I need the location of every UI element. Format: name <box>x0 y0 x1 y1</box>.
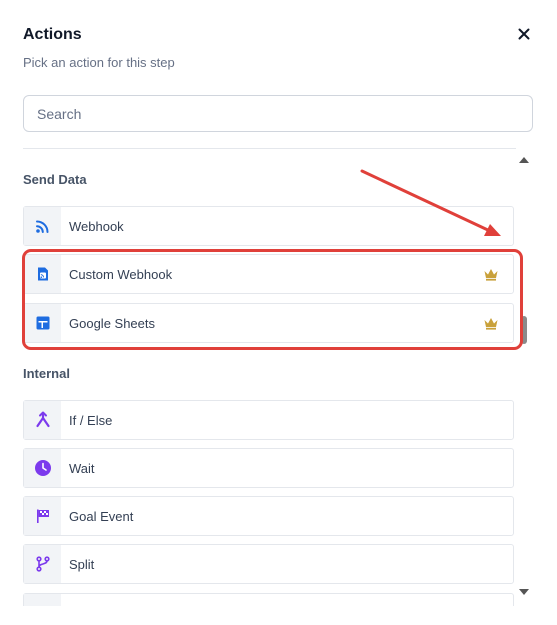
panel-subtitle: Pick an action for this step <box>23 55 175 70</box>
scroll-down-arrow-icon[interactable] <box>519 589 529 596</box>
rss-icon <box>35 220 48 233</box>
google-sheets-icon <box>36 316 49 330</box>
scrollbar-thumb[interactable] <box>521 316 527 344</box>
panel-title: Actions <box>23 26 82 43</box>
close-button[interactable] <box>515 25 533 43</box>
scroll-up-arrow-icon[interactable] <box>519 156 529 163</box>
checkered-flag-icon <box>36 509 49 523</box>
action-item-goal-event[interactable]: Goal Event <box>23 496 514 536</box>
action-item-partial[interactable] <box>23 593 514 606</box>
scrollbar[interactable] <box>517 150 531 604</box>
action-item-label: Goal Event <box>69 508 134 524</box>
close-icon <box>518 28 530 40</box>
split-icon <box>35 556 50 572</box>
action-item-label: Google Sheets <box>69 315 156 331</box>
action-item-label: If / Else <box>69 412 113 428</box>
action-item-label: Split <box>69 556 95 572</box>
action-item-google-sheets[interactable]: Google Sheets <box>23 303 514 343</box>
action-item-wait[interactable]: Wait <box>23 448 514 488</box>
action-item-label: Custom Webhook <box>69 266 173 282</box>
action-item-label: Wait <box>69 460 95 476</box>
action-item-label: Webhook <box>69 218 124 234</box>
action-item-custom-webhook[interactable]: Custom Webhook <box>23 254 514 294</box>
section-title-send-data: Send Data <box>23 172 87 187</box>
section-title-internal: Internal <box>23 366 70 381</box>
action-item-webhook[interactable]: Webhook <box>23 206 514 246</box>
actions-list: Send Data Webhook Custom Webhook Google … <box>0 149 520 606</box>
clock-icon <box>34 460 51 476</box>
action-item-if-else[interactable]: If / Else <box>23 400 514 440</box>
branch-icon <box>35 411 50 428</box>
premium-crown-icon <box>483 316 499 330</box>
document-rss-icon <box>37 267 48 281</box>
action-icon <box>35 605 51 606</box>
search-input[interactable] <box>23 95 533 132</box>
action-item-split[interactable]: Split <box>23 544 514 584</box>
premium-crown-icon <box>483 267 499 281</box>
